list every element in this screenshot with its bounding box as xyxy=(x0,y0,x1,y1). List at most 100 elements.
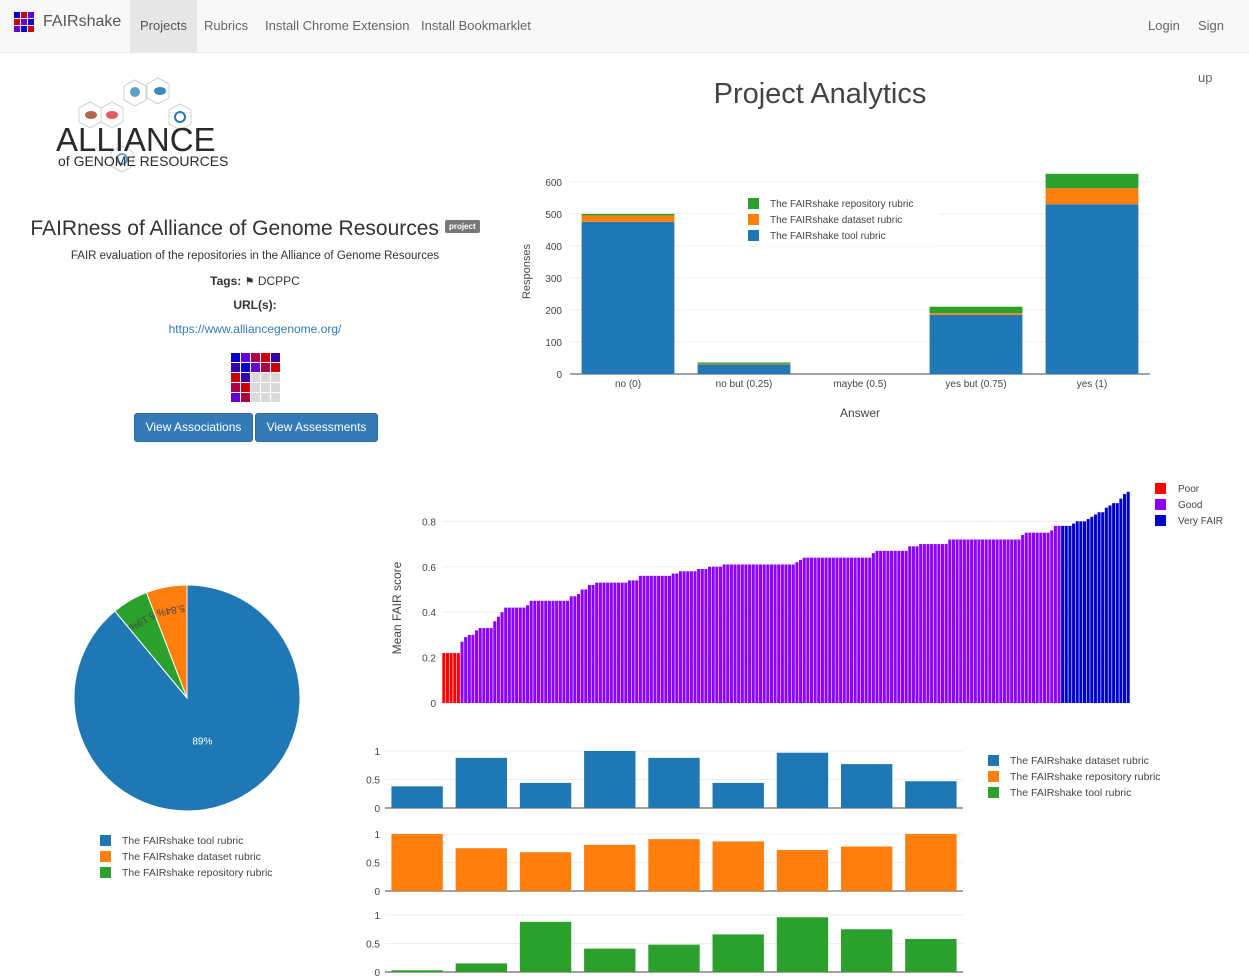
score-bar xyxy=(860,557,864,703)
score-bar xyxy=(522,607,526,703)
score-bar xyxy=(831,557,835,703)
score-bar xyxy=(602,582,606,703)
score-bar xyxy=(868,557,872,703)
score-bar xyxy=(496,616,500,703)
y-axis-label: Mean FAIR score xyxy=(390,561,404,654)
nav-install-bookmarklet[interactable]: Install Bookmarklet xyxy=(411,0,541,52)
insignia-cell xyxy=(261,363,270,372)
score-bar xyxy=(737,564,741,703)
score-bar xyxy=(1082,521,1087,703)
nav-install-chrome-extension[interactable]: Install Chrome Extension xyxy=(255,0,420,52)
score-bar xyxy=(631,580,635,703)
navbar: FAIRshake Projects Rubrics Install Chrom… xyxy=(0,0,1249,85)
score-bar xyxy=(518,607,522,703)
nav-signup[interactable]: Sign up xyxy=(1188,0,1249,85)
score-bar xyxy=(609,582,613,703)
insignia-cell xyxy=(251,383,260,392)
insignia-cell xyxy=(261,353,270,362)
score-bar xyxy=(758,564,763,703)
score-bar xyxy=(959,539,963,703)
score-bar xyxy=(970,539,974,703)
score-bar xyxy=(693,571,697,703)
project-description: FAIR evaluation of the repositories in t… xyxy=(70,250,440,262)
fair-insignia[interactable] xyxy=(230,352,281,404)
score-bar xyxy=(1017,539,1021,703)
score-bar xyxy=(824,557,828,703)
score-bar xyxy=(726,564,730,703)
subplot-bar xyxy=(776,849,829,891)
project-title: FAIRness of Alliance of Genome Resources xyxy=(30,217,439,240)
score-bar xyxy=(748,564,752,703)
score-bar xyxy=(791,564,795,703)
rubric-pie-chart: 89%5.19%5.84%The FAIRshake tool rubricTh… xyxy=(73,584,301,879)
score-bar xyxy=(1115,503,1119,703)
legend-label: Very FAIR xyxy=(1178,516,1223,527)
subplot-bar xyxy=(519,852,572,891)
stacked-bar-segment xyxy=(697,364,791,374)
legend-swatch xyxy=(1155,483,1166,494)
score-bar xyxy=(613,582,617,703)
score-bar xyxy=(475,630,479,703)
score-bar xyxy=(526,605,530,703)
score-bar xyxy=(682,571,686,703)
y-tick-label: 0.5 xyxy=(366,859,380,870)
nav-projects[interactable]: Projects xyxy=(130,0,197,52)
y-tick-label: 0.8 xyxy=(422,517,436,528)
score-bar xyxy=(1021,534,1025,703)
score-bar xyxy=(835,557,839,703)
score-bar xyxy=(478,628,482,703)
score-bar xyxy=(657,575,661,703)
insignia-cell xyxy=(261,373,270,382)
legend-label: Poor xyxy=(1178,484,1200,495)
score-bar xyxy=(689,571,693,703)
score-bar xyxy=(449,653,453,703)
score-bar xyxy=(1013,539,1017,703)
score-bar xyxy=(777,564,781,703)
score-bar xyxy=(1024,532,1028,703)
score-bar xyxy=(850,557,854,703)
view-associations-button[interactable]: View Associations xyxy=(134,413,253,442)
score-bar xyxy=(617,582,621,703)
score-bar xyxy=(1086,519,1090,703)
score-bar xyxy=(933,544,937,703)
insignia-cell xyxy=(271,383,280,392)
score-bar xyxy=(722,564,726,703)
subplot-bar xyxy=(712,841,764,891)
nav-rubrics[interactable]: Rubrics xyxy=(194,0,258,52)
score-bar xyxy=(948,539,952,703)
tag-dcppc[interactable]: DCPPC xyxy=(258,274,300,288)
score-bar xyxy=(660,575,664,703)
score-bar xyxy=(489,628,493,703)
score-bar xyxy=(1039,532,1043,703)
score-bar xyxy=(733,564,737,703)
score-bar xyxy=(485,628,490,703)
score-bar xyxy=(642,575,646,703)
score-bar xyxy=(598,582,602,703)
score-bar xyxy=(442,653,446,703)
score-bar xyxy=(977,539,981,703)
project-url-link[interactable]: https://www.alliancegenome.org/ xyxy=(0,322,510,336)
stacked-bar-segment xyxy=(929,313,1023,315)
insignia-cell xyxy=(231,383,240,392)
stacked-bar-segment xyxy=(1045,188,1139,205)
subplot-bar xyxy=(455,848,508,891)
score-bar xyxy=(1119,498,1123,703)
legend-swatch xyxy=(100,835,111,846)
score-bar xyxy=(708,566,712,703)
score-bar xyxy=(1042,532,1046,703)
score-bar xyxy=(973,539,977,703)
y-tick-label: 0.2 xyxy=(422,654,436,665)
score-bar xyxy=(842,557,846,703)
score-bar xyxy=(1072,523,1076,703)
x-tick-label: maybe (0.5) xyxy=(833,379,886,390)
score-bar xyxy=(453,653,457,703)
score-bar xyxy=(744,564,748,703)
brand-link[interactable]: FAIRshake xyxy=(14,12,121,32)
score-bar xyxy=(1112,503,1116,703)
score-bar xyxy=(1035,532,1039,703)
y-tick-label: 0 xyxy=(430,699,436,710)
x-tick-label: no (0) xyxy=(615,379,641,390)
view-assessments-button[interactable]: View Assessments xyxy=(255,413,378,442)
subplot-bar xyxy=(584,751,636,808)
nav-login[interactable]: Login xyxy=(1138,0,1190,52)
